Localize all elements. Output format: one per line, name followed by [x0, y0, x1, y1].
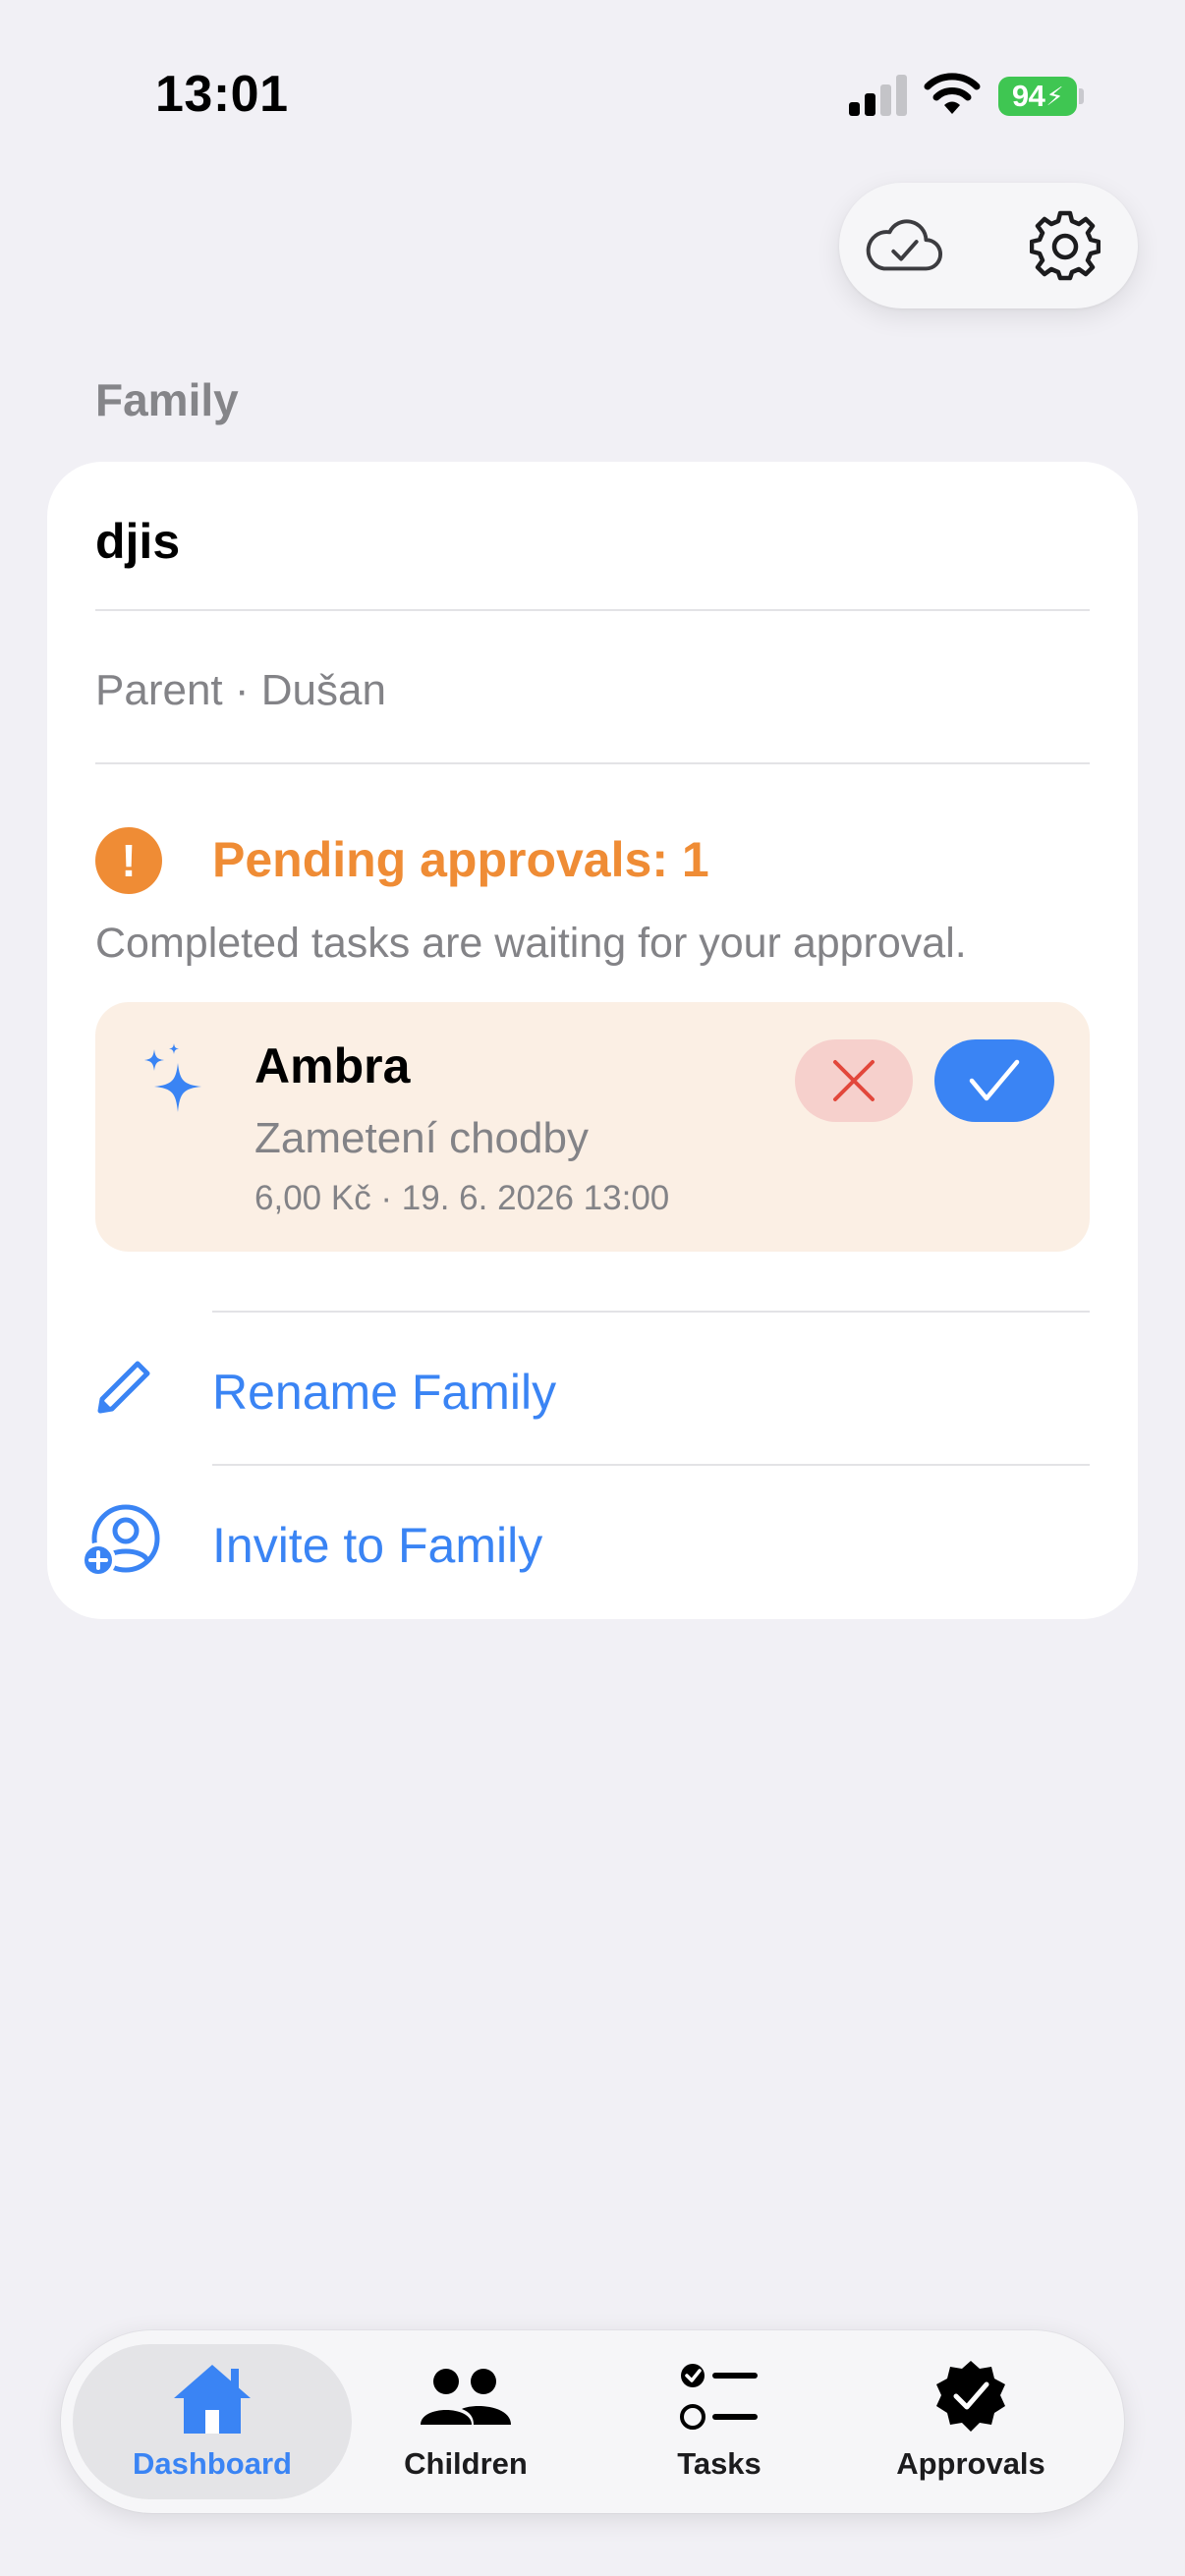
divider	[212, 1464, 1090, 1466]
pending-approvals-title: Pending approvals: 1	[212, 832, 709, 887]
checkmark-seal-icon	[917, 2354, 1025, 2442]
checklist-icon	[665, 2354, 773, 2442]
divider	[95, 762, 1090, 764]
rename-family-row[interactable]: Rename Family	[47, 1315, 1138, 1462]
divider	[95, 609, 1090, 611]
tab-children[interactable]: Children	[340, 2344, 592, 2499]
battery-level: 94	[1011, 79, 1045, 113]
approval-task-meta: 6,00 Kč · 19. 6. 2026 13:00	[254, 1179, 670, 1217]
family-card: djis Parent · Dušan ! Pending approvals:…	[47, 462, 1138, 1619]
parent-role-line: Parent · Dušan	[95, 666, 386, 714]
reject-button[interactable]	[795, 1039, 913, 1122]
divider	[212, 1311, 1090, 1313]
tab-dashboard[interactable]: Dashboard	[73, 2344, 352, 2499]
approval-child-name: Ambra	[254, 1038, 411, 1093]
status-bar: 13:01 94 ⚡	[0, 0, 1185, 196]
section-header-family: Family	[95, 374, 239, 425]
people-icon	[412, 2354, 520, 2442]
checkmark-icon	[969, 1059, 1020, 1101]
pending-approval-item: Ambra Zametení chodby 6,00 Kč · 19. 6. 2…	[95, 1002, 1090, 1252]
close-icon	[833, 1060, 875, 1101]
tab-label: Tasks	[677, 2446, 762, 2481]
tab-bar: Dashboard Children Tasks Approvals	[61, 2330, 1124, 2513]
tab-tasks[interactable]: Tasks	[593, 2344, 845, 2499]
battery-indicator: 94 ⚡	[998, 77, 1077, 116]
cellular-signal-icon	[849, 75, 907, 116]
gear-icon	[1030, 210, 1100, 281]
invite-to-family-row[interactable]: Invite to Family	[47, 1468, 1138, 1615]
charging-bolt-icon: ⚡	[1045, 81, 1064, 111]
exclamation-icon: !	[95, 827, 162, 894]
approval-task-name: Zametení chodby	[254, 1114, 589, 1162]
wifi-icon	[924, 73, 981, 114]
person-add-icon	[81, 1499, 165, 1584]
pending-approvals-description: Completed tasks are waiting for your app…	[95, 920, 967, 967]
cloud-check-icon	[866, 219, 942, 271]
pencil-icon	[81, 1346, 165, 1430]
invite-to-family-label: Invite to Family	[212, 1518, 543, 1573]
tab-label: Dashboard	[133, 2446, 292, 2481]
rename-family-label: Rename Family	[212, 1365, 557, 1420]
battery-nub	[1079, 88, 1084, 104]
family-name: djis	[95, 514, 181, 569]
tab-label: Children	[404, 2446, 528, 2481]
tab-approvals[interactable]: Approvals	[845, 2344, 1097, 2499]
sparkles-icon	[144, 1043, 201, 1112]
approve-button[interactable]	[934, 1039, 1054, 1122]
status-time: 13:01	[155, 66, 289, 123]
house-icon	[158, 2354, 266, 2442]
sync-status-button[interactable]	[865, 206, 943, 285]
tab-label: Approvals	[896, 2446, 1045, 2481]
top-actions-pill	[839, 183, 1138, 308]
settings-button[interactable]	[1026, 206, 1104, 285]
